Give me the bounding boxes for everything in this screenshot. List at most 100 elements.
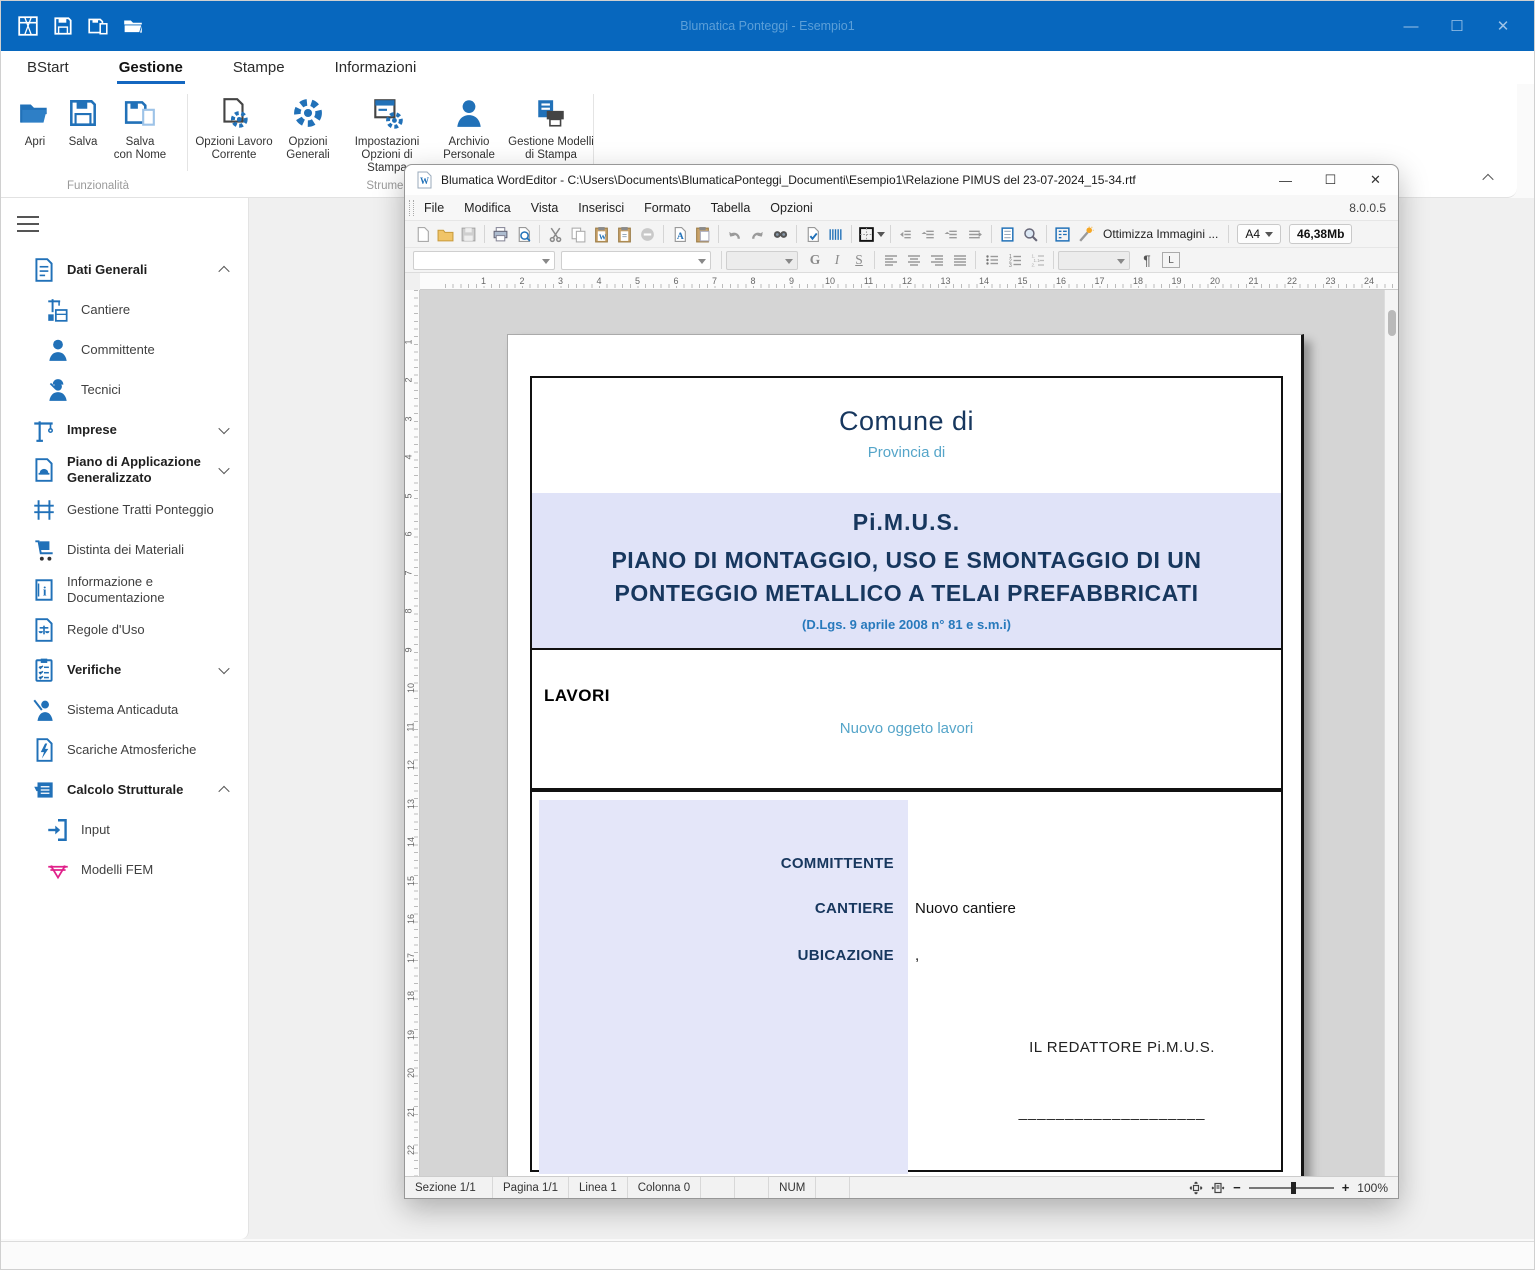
underline-button[interactable]: S xyxy=(848,250,870,270)
sidebar-item-regole-d-uso[interactable]: Regole d'Uso xyxy=(1,610,248,650)
copy-button[interactable] xyxy=(567,224,590,245)
numbered-list-button[interactable]: 123 xyxy=(1003,250,1026,271)
menu-formato[interactable]: Formato xyxy=(634,197,701,219)
chevron-down-icon[interactable] xyxy=(218,423,229,434)
zoom-button[interactable] xyxy=(1019,224,1042,245)
sidebar-item-input[interactable]: Input xyxy=(1,810,248,850)
page-size-dropdown[interactable]: A4 xyxy=(1237,224,1281,244)
font-document-button[interactable]: A xyxy=(668,224,691,245)
sidebar-item-imprese[interactable]: Imprese xyxy=(1,410,248,450)
paste-button[interactable] xyxy=(613,224,636,245)
delete-button[interactable] xyxy=(636,224,659,245)
wordeditor-maximize-button[interactable]: ☐ xyxy=(1308,165,1353,195)
open-folder-icon[interactable] xyxy=(122,15,144,37)
multilevel-list-button[interactable]: 1.1.12. xyxy=(1026,250,1049,271)
align-center-button[interactable] xyxy=(902,250,925,271)
document-page[interactable]: Comune di Provincia di Pi.M.U.S. PIANO D… xyxy=(507,334,1304,1176)
sidebar-item-tecnici[interactable]: Tecnici xyxy=(1,370,248,410)
tab-gestione[interactable]: Gestione xyxy=(117,53,185,84)
move-left-button[interactable] xyxy=(895,224,918,245)
optimize-images-button[interactable]: Ottimizza Immagini ... xyxy=(1103,227,1218,241)
italic-button[interactable]: I xyxy=(826,250,848,270)
menu-modifica[interactable]: Modifica xyxy=(454,197,521,219)
wordeditor-minimize-button[interactable]: — xyxy=(1263,165,1308,195)
sidebar-item-scariche-atmosferiche[interactable]: Scariche Atmosferiche xyxy=(1,730,248,770)
scrollbar-thumb[interactable] xyxy=(1388,310,1396,336)
zoom-slider-thumb[interactable] xyxy=(1291,1182,1296,1194)
chevron-up-icon[interactable] xyxy=(218,786,229,797)
main-close-button[interactable]: ✕ xyxy=(1480,1,1526,51)
document-area[interactable]: Comune di Provincia di Pi.M.U.S. PIANO D… xyxy=(420,290,1398,1176)
ribbon-button-salva[interactable]: Salva con Nome xyxy=(109,92,171,162)
menu-file[interactable]: File xyxy=(414,197,454,219)
ribbon-button-apri[interactable]: Apri xyxy=(13,92,57,149)
style-combo[interactable] xyxy=(561,251,711,270)
sidebar-item-distinta-dei-materiali[interactable]: Distinta dei Materiali xyxy=(1,530,248,570)
save-button[interactable] xyxy=(457,224,480,245)
align-left-button[interactable] xyxy=(879,250,902,271)
align-right-button[interactable] xyxy=(925,250,948,271)
wordeditor-titlebar[interactable]: W Blumatica WordEditor - C:\Users\Docume… xyxy=(405,165,1398,195)
find-button[interactable] xyxy=(769,224,792,245)
sidebar-item-sistema-anticaduta[interactable]: Sistema Anticaduta xyxy=(1,690,248,730)
menu-tabella[interactable]: Tabella xyxy=(701,197,761,219)
optimize-wand-button[interactable] xyxy=(1074,224,1097,245)
fit-page-icon[interactable] xyxy=(1211,1181,1225,1195)
ribbon-button-opzioni-lavoro[interactable]: Opzioni Lavoro Corrente xyxy=(193,92,275,162)
chevron-down-icon[interactable] xyxy=(218,663,229,674)
field-box-button[interactable]: L xyxy=(1162,252,1180,268)
zoom-out-button[interactable]: − xyxy=(1233,1180,1241,1195)
align-justify-button[interactable] xyxy=(948,250,971,271)
sidebar-item-informazione-e-documentazione[interactable]: iInformazione e Documentazione xyxy=(1,570,248,610)
tab-informazioni[interactable]: Informazioni xyxy=(333,53,419,84)
ribbon-button-gestione-modelli[interactable]: Gestione Modelli di Stampa xyxy=(505,92,597,162)
paste-special-button[interactable] xyxy=(691,224,714,245)
paste-word-button[interactable]: W xyxy=(590,224,613,245)
pan-mode-icon[interactable] xyxy=(1189,1181,1203,1195)
ribbon-collapse-button[interactable] xyxy=(1477,169,1499,187)
sidebar-item-committente[interactable]: Committente xyxy=(1,330,248,370)
sidebar-item-gestione-tratti-ponteggio[interactable]: Gestione Tratti Ponteggio xyxy=(1,490,248,530)
sidebar-item-dati-generali[interactable]: Dati Generali xyxy=(1,250,248,290)
chevron-up-icon[interactable] xyxy=(218,266,229,277)
wordeditor-close-button[interactable]: ✕ xyxy=(1353,165,1398,195)
font-name-combo[interactable] xyxy=(413,251,555,270)
ribbon-button-opzioni[interactable]: Opzioni Generali xyxy=(279,92,337,162)
tab-bstart[interactable]: BStart xyxy=(25,53,71,84)
sidebar-item-cantiere[interactable]: Cantiere xyxy=(1,290,248,330)
bullet-list-button[interactable] xyxy=(980,250,1003,271)
sidebar-item-calcolo-strutturale[interactable]: Calcolo Strutturale xyxy=(1,770,248,810)
zoom-slider[interactable] xyxy=(1249,1187,1334,1189)
zoom-combo[interactable] xyxy=(1058,251,1130,270)
hamburger-menu-icon[interactable] xyxy=(17,216,39,232)
move-down-button[interactable] xyxy=(941,224,964,245)
columns-button[interactable] xyxy=(824,224,847,245)
move-right-button[interactable] xyxy=(964,224,987,245)
main-minimize-button[interactable]: — xyxy=(1388,1,1434,51)
undo-button[interactable] xyxy=(723,224,746,245)
chevron-down-icon[interactable] xyxy=(218,463,229,474)
bold-button[interactable]: G xyxy=(804,250,826,270)
main-maximize-button[interactable]: ☐ xyxy=(1434,1,1480,51)
app-logo-icon[interactable] xyxy=(17,15,39,37)
new-document-button[interactable] xyxy=(411,224,434,245)
tab-stampe[interactable]: Stampe xyxy=(231,53,287,84)
ribbon-button-archivio[interactable]: Archivio Personale xyxy=(437,92,501,162)
pilcrow-button[interactable]: ¶ xyxy=(1136,250,1158,270)
menu-inserisci[interactable]: Inserisci xyxy=(568,197,634,219)
sidebar-item-piano-di-applicazione-generalizzato[interactable]: Piano di Applicazione Generalizzato xyxy=(1,450,248,490)
font-size-combo[interactable] xyxy=(726,251,798,270)
sidebar-item-verifiche[interactable]: Verifiche xyxy=(1,650,248,690)
redo-button[interactable] xyxy=(746,224,769,245)
cut-button[interactable] xyxy=(544,224,567,245)
spellcheck-button[interactable] xyxy=(801,224,824,245)
ribbon-button-salva[interactable]: Salva xyxy=(61,92,105,149)
vertical-scrollbar[interactable] xyxy=(1384,290,1398,1176)
save-icon[interactable] xyxy=(52,15,74,37)
menu-opzioni[interactable]: Opzioni xyxy=(760,197,822,219)
page-layout-button[interactable] xyxy=(996,224,1019,245)
open-button[interactable] xyxy=(434,224,457,245)
print-button[interactable] xyxy=(489,224,512,245)
menu-vista[interactable]: Vista xyxy=(521,197,569,219)
save-as-icon[interactable] xyxy=(87,15,109,37)
